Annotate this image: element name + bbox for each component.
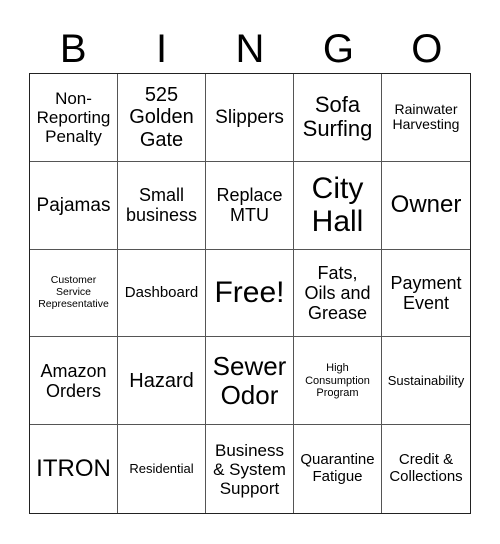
bingo-cell[interactable]: Sewer Odor bbox=[206, 337, 294, 426]
bingo-cell[interactable]: Customer Service Representative bbox=[30, 249, 118, 338]
bingo-cell[interactable]: Credit & Collections bbox=[382, 425, 470, 513]
bingo-cell[interactable]: Quarantine Fatigue bbox=[294, 425, 382, 513]
header-letter-g: G bbox=[322, 27, 354, 71]
bingo-cell[interactable]: 525 Golden Gate bbox=[118, 74, 206, 162]
free-space-cell[interactable]: Free! bbox=[206, 249, 294, 338]
bingo-cell[interactable]: Pajamas bbox=[30, 161, 118, 250]
header-letter-i: I bbox=[156, 27, 168, 71]
bingo-cell[interactable]: Rainwater Harvesting bbox=[382, 74, 470, 162]
bingo-cell[interactable]: Business & System Support bbox=[206, 425, 294, 513]
bingo-cell[interactable]: ITRON bbox=[30, 425, 118, 513]
bingo-card: Non- Reporting Penalty 525 Golden Gate Slipp… bbox=[29, 73, 471, 514]
header-letter-b: B bbox=[59, 27, 87, 71]
bingo-cell[interactable]: Small business bbox=[118, 161, 206, 250]
header-letter-n: N bbox=[235, 27, 265, 71]
header-letter-o: O bbox=[411, 27, 443, 71]
bingo-cell[interactable]: Hazard bbox=[118, 337, 206, 426]
bingo-cell[interactable]: Slippers bbox=[206, 74, 294, 162]
bingo-cell[interactable]: Dashboard bbox=[118, 249, 206, 338]
bingo-cell[interactable]: Owner bbox=[382, 162, 470, 250]
bingo-cell[interactable]: Non- Reporting Penalty bbox=[30, 74, 118, 162]
bingo-cell[interactable]: Sofa Surfing bbox=[294, 74, 382, 162]
bingo-cell[interactable]: Sustainability bbox=[382, 337, 470, 426]
bingo-cell[interactable]: Residential bbox=[118, 425, 206, 513]
bingo-cell[interactable]: High Consumption Program bbox=[294, 337, 382, 426]
bingo-cell[interactable]: Amazon Orders bbox=[30, 337, 118, 426]
bingo-cell[interactable]: Payment Event bbox=[382, 250, 470, 338]
bingo-header: B I N G O bbox=[29, 24, 471, 74]
bingo-cell[interactable]: Fats, Oils and Grease bbox=[294, 249, 382, 338]
bingo-cell[interactable]: Replace MTU bbox=[206, 161, 294, 250]
bingo-cell[interactable]: City Hall bbox=[294, 161, 382, 250]
